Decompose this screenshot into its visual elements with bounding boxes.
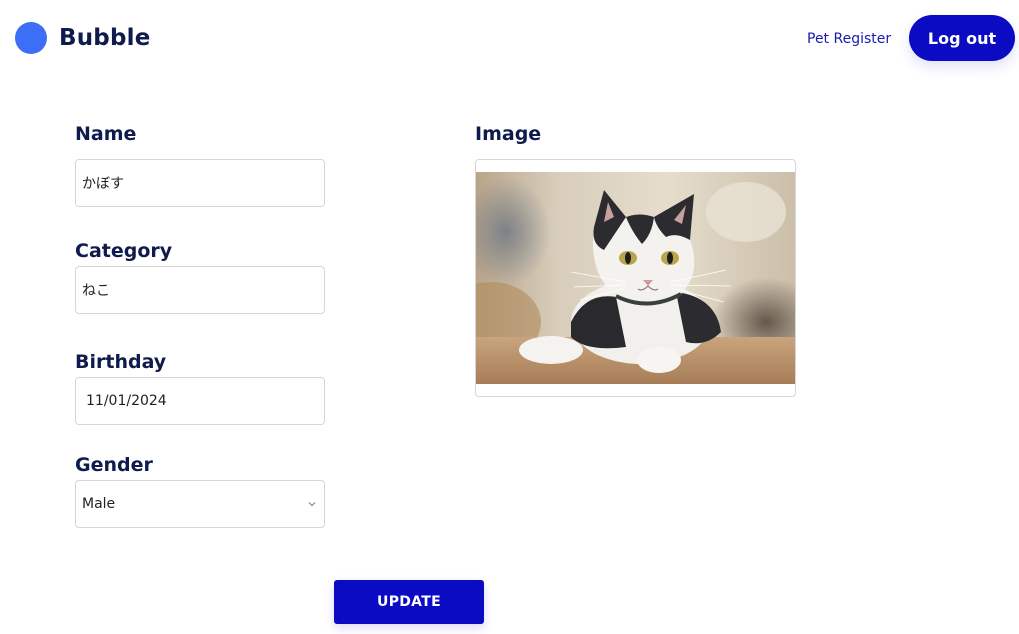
category-label: Category [75, 240, 173, 262]
gender-label: Gender [75, 454, 153, 476]
image-upload-box[interactable] [475, 159, 796, 397]
pet-photo [476, 172, 795, 384]
update-button[interactable]: UPDATE [334, 580, 484, 624]
chevron-down-icon [308, 502, 316, 507]
pet-register-link[interactable]: Pet Register [807, 29, 891, 49]
birthday-label: Birthday [75, 351, 167, 373]
gender-selected-value: Male [82, 496, 116, 512]
category-input[interactable] [75, 266, 325, 314]
birthday-input[interactable] [75, 377, 325, 425]
gender-select[interactable]: Male [75, 480, 325, 528]
name-label: Name [75, 123, 137, 145]
name-input[interactable] [75, 159, 325, 207]
logo-circle-icon[interactable] [15, 22, 47, 54]
logout-button[interactable]: Log out [909, 15, 1015, 61]
brand-name[interactable]: Bubble [59, 22, 151, 54]
image-label: Image [475, 123, 542, 145]
pet-edit-page: Bubble Pet Register Log out Name Categor… [0, 0, 1019, 634]
